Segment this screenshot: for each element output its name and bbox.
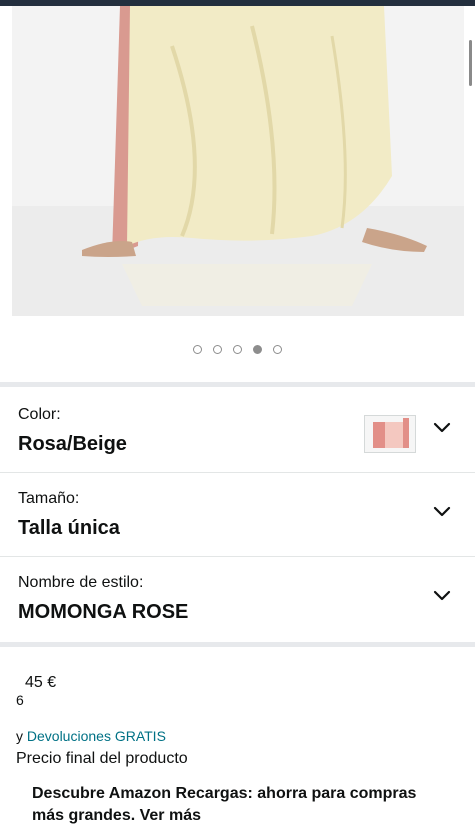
color-swatch-thumbnail[interactable] — [364, 415, 416, 453]
color-label: Color: — [18, 406, 61, 423]
chevron-down-icon[interactable] — [433, 422, 451, 434]
scrollbar-thumb[interactable] — [469, 40, 472, 86]
style-label: Nombre de estilo: — [18, 574, 144, 591]
carousel-dot[interactable] — [273, 345, 282, 354]
chevron-down-icon[interactable] — [433, 590, 451, 602]
carousel-dot[interactable] — [233, 345, 242, 354]
style-selector[interactable]: Nombre de estilo: MOMONGA ROSE — [0, 557, 475, 641]
product-image[interactable] — [12, 6, 464, 316]
price: 45 € — [25, 674, 57, 691]
free-returns-link[interactable]: Devoluciones GRATIS — [27, 728, 166, 744]
section-divider — [0, 642, 475, 647]
image-carousel-dots[interactable] — [0, 345, 475, 354]
style-value: MOMONGA ROSE — [18, 601, 189, 623]
carousel-dot[interactable] — [213, 345, 222, 354]
returns-line: y Devoluciones GRATIS — [16, 728, 166, 744]
section-divider — [0, 382, 475, 387]
color-selector[interactable]: Color: Rosa/Beige — [0, 389, 475, 473]
size-value: Talla única — [18, 517, 120, 539]
final-price-note: Precio final del producto — [16, 750, 188, 767]
color-value: Rosa/Beige — [18, 433, 127, 455]
promo-banner-text[interactable]: Descubre Amazon Recargas: ahorra para co… — [32, 783, 452, 827]
size-selector[interactable]: Tamaño: Talla única — [0, 473, 475, 557]
chevron-down-icon[interactable] — [433, 506, 451, 518]
price-fraction: 6 — [16, 692, 24, 708]
carousel-dot[interactable] — [253, 345, 262, 354]
returns-prefix: y — [16, 728, 23, 744]
carousel-dot[interactable] — [193, 345, 202, 354]
size-label: Tamaño: — [18, 490, 80, 507]
